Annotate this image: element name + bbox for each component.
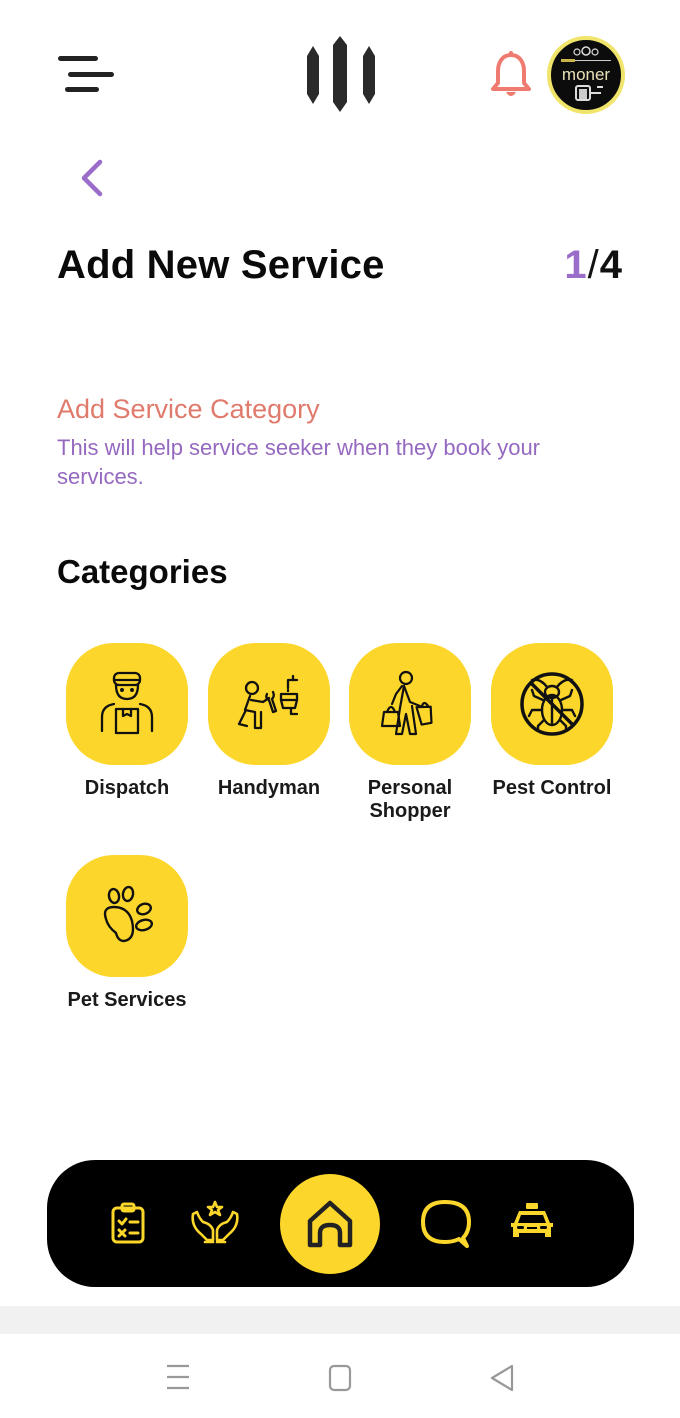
step-total: 4 (599, 243, 622, 287)
category-tile[interactable] (491, 643, 613, 765)
category-label: Handyman (217, 777, 321, 799)
category-tile[interactable] (66, 643, 188, 765)
step-indicator: 1/4 (564, 243, 622, 288)
nav-taxi-button[interactable] (507, 1198, 557, 1248)
category-pet-services[interactable]: Pet Services (57, 855, 197, 1012)
app-logo-icon (302, 36, 378, 114)
user-avatar[interactable]: moner (547, 36, 625, 114)
category-tile[interactable] (208, 643, 330, 765)
section-subtitle: Add Service Category (57, 394, 320, 424)
nav-home-button[interactable] (280, 1174, 380, 1274)
step-separator: / (587, 243, 599, 287)
handyman-plumber-icon (237, 674, 299, 730)
clipboard-checklist-icon (111, 1202, 145, 1244)
system-navigation-bar (0, 1334, 680, 1418)
menu-line (68, 72, 114, 77)
delivery-man-icon (100, 671, 154, 735)
section-description: This will help service seeker when they … (57, 435, 541, 489)
category-handyman[interactable]: Handyman (199, 643, 339, 800)
home-square-icon (328, 1364, 352, 1392)
step-current: 1 (564, 243, 587, 287)
taxi-icon (511, 1203, 553, 1237)
category-personal-shopper[interactable]: Personal Shopper (340, 643, 480, 823)
system-home-button[interactable] (326, 1362, 354, 1392)
back-triangle-icon (490, 1364, 514, 1392)
home-icon (307, 1200, 353, 1248)
menu-line (65, 87, 99, 92)
no-cockroach-icon (520, 672, 584, 736)
avatar-text: moner (561, 65, 611, 84)
category-dispatch[interactable]: Dispatch (57, 643, 197, 800)
category-tile[interactable] (66, 855, 188, 977)
system-divider-strip (0, 1306, 680, 1334)
notification-bell-button[interactable] (488, 50, 534, 100)
chevron-left-icon (81, 159, 103, 197)
category-tile[interactable] (349, 643, 471, 765)
system-recents-button[interactable] (164, 1362, 192, 1392)
bottom-navigation-bar (47, 1160, 634, 1287)
category-label: Pet Services (67, 989, 187, 1011)
category-pest-control[interactable]: Pest Control (482, 643, 622, 800)
category-label: Dispatch (84, 777, 170, 799)
paw-icon (103, 885, 154, 943)
shopper-with-bags-icon (380, 670, 433, 736)
categories-heading: Categories (57, 553, 228, 590)
hands-star-icon (191, 1200, 239, 1244)
nav-chat-button[interactable] (417, 1196, 473, 1252)
nav-tasks-button[interactable] (105, 1200, 151, 1246)
chat-bubble-icon (421, 1200, 471, 1248)
page-title: Add New Service (57, 243, 385, 287)
category-label: Personal Shopper (367, 777, 453, 822)
hamburger-menu-button[interactable] (56, 52, 116, 98)
system-back-button[interactable] (488, 1362, 516, 1392)
nav-services-button[interactable] (187, 1198, 243, 1248)
category-label: Pest Control (492, 777, 612, 799)
recents-icon (167, 1364, 189, 1390)
menu-line (58, 56, 98, 61)
back-button[interactable] (74, 156, 110, 200)
bell-icon (491, 51, 531, 96)
